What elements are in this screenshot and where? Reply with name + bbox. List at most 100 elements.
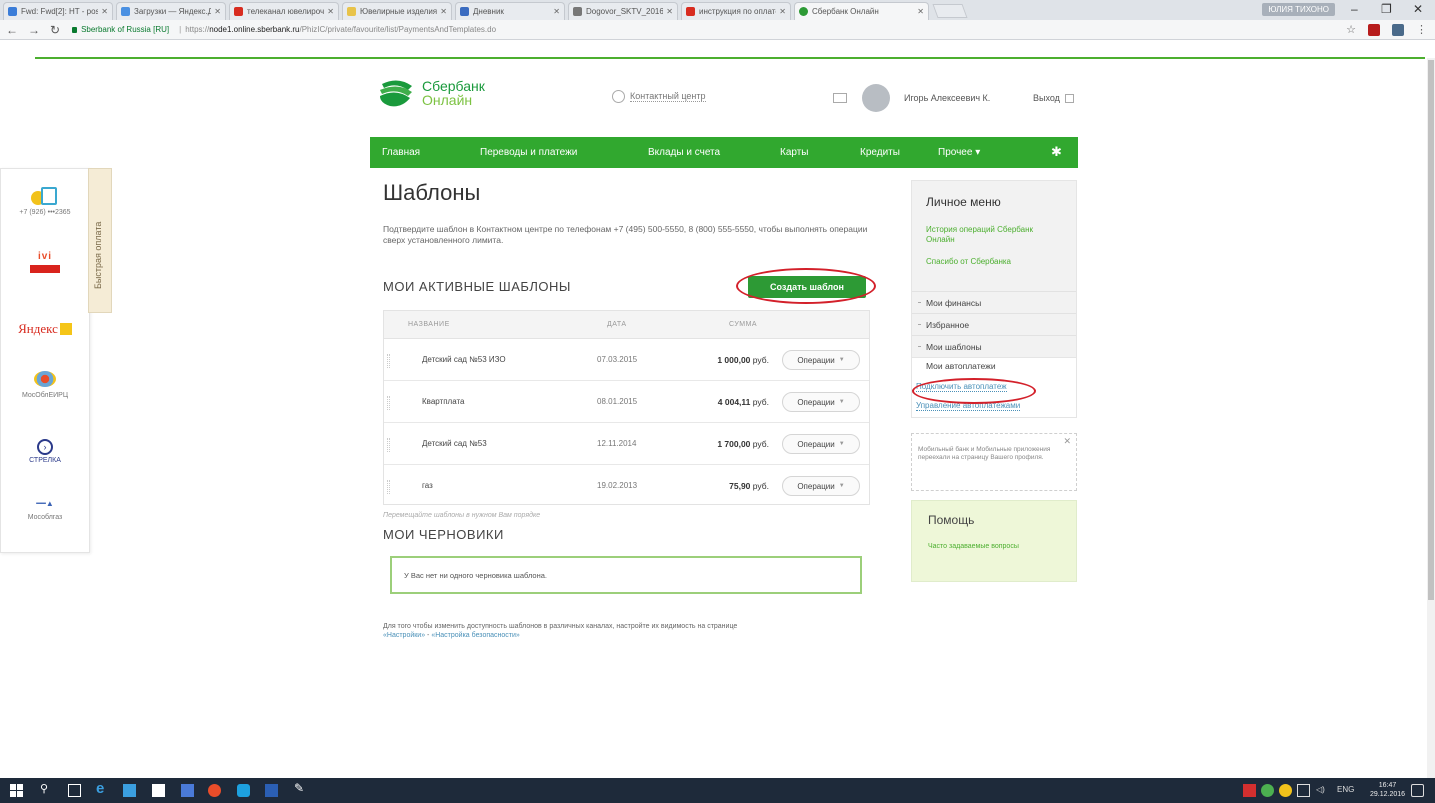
browser-tab[interactable]: Загрузки — Яндекс.Дис✕ [116, 2, 226, 20]
window-user-badge[interactable]: ЮЛИЯ ТИХОНО [1262, 3, 1335, 16]
sidebar-item-favorites[interactable]: Избранное [912, 313, 1076, 335]
forward-icon[interactable]: → [28, 23, 40, 37]
menu-item-transfers[interactable]: Переводы и платежи [480, 147, 577, 158]
tab-close-icon[interactable]: ✕ [327, 7, 334, 16]
operations-button[interactable]: Операции ▼ [782, 434, 860, 454]
operations-button[interactable]: Операции ▼ [782, 476, 860, 496]
browser-tab[interactable]: Fwd: Fwd[2]: HT - postu ✕ [3, 2, 113, 20]
menu-item-credits[interactable]: Кредиты [860, 147, 900, 158]
amount-value: 1 000,00 [717, 355, 751, 365]
clock[interactable]: 16:47 29.12.2016 [1370, 781, 1405, 799]
ivi-item[interactable]: ivi [1, 251, 89, 273]
tab-close-icon[interactable]: ✕ [666, 7, 673, 16]
tab-close-icon[interactable]: ✕ [553, 7, 560, 16]
close-window-icon[interactable]: ✕ [1413, 2, 1423, 16]
word-icon[interactable] [265, 784, 278, 797]
table-row[interactable]: Детский сад №53 ИЗО 07.03.2015 1 000,00 … [384, 340, 869, 381]
browser-tab-active[interactable]: Сбербанк Онлайн ✕ [794, 2, 929, 20]
logout-link[interactable]: Выход [1033, 93, 1074, 103]
faq-link[interactable]: Часто задаваемые вопросы [928, 543, 1038, 551]
edge-icon[interactable]: e [96, 780, 109, 797]
autopay-header[interactable]: Мои автоплатежи [926, 361, 996, 371]
quick-pay-tab[interactable]: Быстрая оплата [88, 168, 112, 313]
settings-link[interactable]: «Настройки» [383, 632, 425, 639]
menu-item-deposits[interactable]: Вклады и счета [648, 147, 720, 158]
language-indicator[interactable]: ENG [1337, 785, 1354, 794]
template-name[interactable]: Детский сад №53 [422, 439, 487, 448]
yandex-wallet-icon [59, 323, 72, 335]
search-icon[interactable]: ⚲ [40, 782, 53, 795]
notifications-icon[interactable] [1411, 784, 1424, 797]
user-name[interactable]: Игорь Алексеевич К. [904, 93, 990, 103]
tab-close-icon[interactable]: ✕ [214, 7, 221, 16]
url-field[interactable]: | https://node1.online.sberbank.ru/PhizIC… [175, 25, 496, 34]
history-link[interactable]: История операций Сбербанк Онлайн [926, 225, 1046, 245]
back-icon[interactable]: ← [6, 23, 18, 37]
secure-indicator[interactable]: Sberbank of Russia [RU] [72, 25, 169, 34]
skype-icon[interactable] [237, 784, 250, 797]
table-row[interactable]: газ 19.02.2013 75,90 руб. Операции ▼ [384, 466, 869, 507]
minimize-icon[interactable]: – [1351, 2, 1358, 16]
sidebar-item-finances[interactable]: Мои финансы [912, 291, 1076, 313]
template-name[interactable]: Детский сад №53 ИЗО [422, 355, 506, 364]
sidebar-item-templates[interactable]: Мои шаблоны [912, 335, 1076, 357]
operations-button[interactable]: Операции ▼ [782, 392, 860, 412]
new-tab-button[interactable] [932, 4, 968, 18]
menu-item-home[interactable]: Главная [382, 147, 420, 158]
thanks-link[interactable]: Спасибо от Сбербанка [926, 257, 1011, 267]
tray-antivirus-icon[interactable] [1243, 784, 1256, 797]
tab-close-icon[interactable]: ✕ [440, 7, 447, 16]
tray-app-icon[interactable] [1261, 784, 1274, 797]
tab-close-icon[interactable]: ✕ [779, 7, 786, 16]
menu-item-other[interactable]: Прочее ▾ [938, 147, 980, 158]
sberbank-logo[interactable]: Сбербанк Онлайн [378, 78, 485, 108]
avatar[interactable] [862, 84, 890, 112]
drag-handle-icon[interactable] [387, 396, 390, 410]
chrome-icon[interactable] [208, 784, 221, 797]
reload-icon[interactable]: ↻ [50, 23, 60, 37]
menu-item-cards[interactable]: Карты [780, 147, 809, 158]
windows-start-icon[interactable] [10, 784, 23, 797]
network-icon[interactable] [1297, 784, 1310, 797]
task-view-icon[interactable] [68, 784, 81, 797]
template-name[interactable]: газ [422, 481, 433, 490]
table-row[interactable]: Квартплата 08.01.2015 4 004,11 руб. Опер… [384, 382, 869, 423]
gear-icon[interactable]: ✱ [1051, 144, 1065, 159]
mail-icon[interactable] [833, 93, 847, 103]
security-settings-link[interactable]: «Настройка безопасности» [431, 632, 519, 639]
template-name[interactable]: Квартплата [422, 397, 465, 406]
beeline-item[interactable]: +7 (926) •••2365 [1, 187, 89, 216]
browser-tab[interactable]: Ювелирные изделия | ✕ [342, 2, 452, 20]
yandex-item[interactable]: Яндекс [1, 321, 89, 337]
drag-handle-icon[interactable] [387, 438, 390, 452]
browser-tab[interactable]: Dogovor_SKTV_2016.pdf✕ [568, 2, 678, 20]
close-icon[interactable]: ✕ [1063, 436, 1071, 447]
pdf-extension-icon[interactable] [1368, 23, 1380, 36]
tab-close-icon[interactable]: ✕ [917, 7, 924, 16]
strelka-item[interactable]: › СТРЕЛКА [1, 439, 89, 464]
table-row[interactable]: Детский сад №53 12.11.2014 1 700,00 руб.… [384, 424, 869, 465]
help-title: Помощь [928, 513, 975, 527]
volume-icon[interactable]: ◁) [1316, 785, 1325, 794]
feather-icon[interactable]: ✎ [294, 781, 307, 795]
app-icon[interactable] [181, 784, 194, 797]
drag-handle-icon[interactable] [387, 480, 390, 494]
store-icon[interactable] [152, 784, 165, 797]
desktop-icon[interactable] [123, 784, 136, 797]
drag-handle-icon[interactable] [387, 354, 390, 368]
mosoblercc-item[interactable]: МосОблЕИРЦ [1, 371, 89, 399]
browser-tab[interactable]: Дневник ✕ [455, 2, 565, 20]
bookmark-star-icon[interactable]: ☆ [1346, 23, 1356, 36]
vertical-scrollbar[interactable] [1427, 58, 1435, 778]
maximize-icon[interactable]: ❐ [1381, 2, 1392, 16]
contact-center-link[interactable]: Контактный центр [612, 90, 706, 103]
tray-yandex-icon[interactable] [1279, 784, 1292, 797]
extension-icon[interactable] [1392, 23, 1404, 36]
operations-button[interactable]: Операции ▼ [782, 350, 860, 370]
browser-tab[interactable]: инструкция по оплате ✕ [681, 2, 791, 20]
tab-close-icon[interactable]: ✕ [101, 7, 108, 16]
browser-menu-icon[interactable]: ⋮ [1416, 23, 1427, 36]
browser-tab[interactable]: телеканал ювелирочк ✕ [229, 2, 339, 20]
mosoblgaz-item[interactable]: ━━▲ Мособлгаз [1, 499, 89, 521]
scrollbar-thumb[interactable] [1428, 60, 1434, 600]
